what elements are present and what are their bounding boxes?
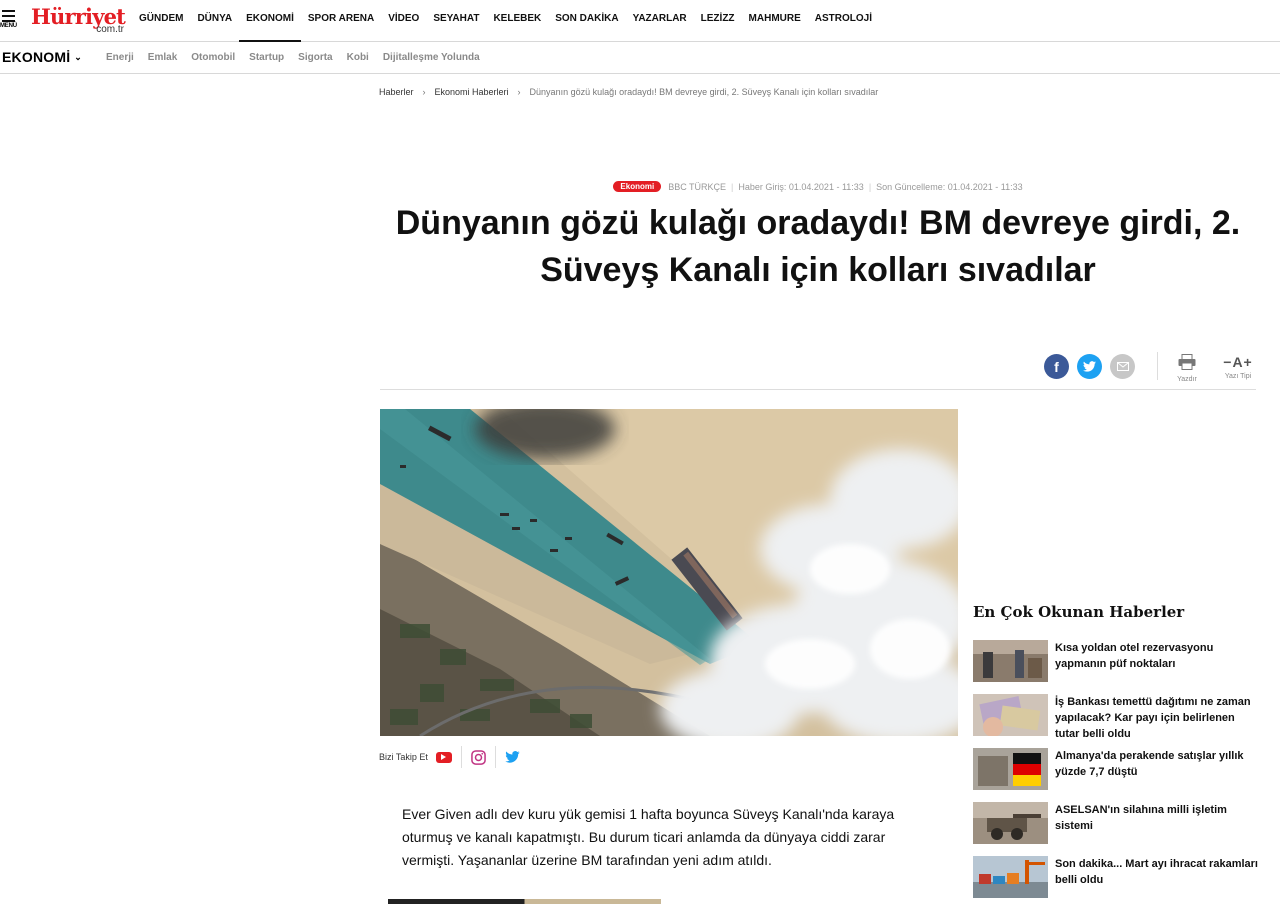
published-date: Haber Giriş: 01.04.2021 - 11:33 (738, 182, 864, 192)
twitter-share-button[interactable] (1077, 354, 1102, 379)
nav-item-lezizz[interactable]: LEZİZZ (694, 0, 742, 42)
news-thumbnail (973, 748, 1048, 790)
news-thumbnail (973, 640, 1048, 682)
news-title: Son dakika... Mart ayı ihracat rakamları… (1055, 858, 1258, 886)
news-title: İş Bankası temettü dağıtımı ne zaman yap… (1055, 696, 1251, 740)
tools-divider (1157, 352, 1158, 380)
nav-item-video[interactable]: VİDEO (381, 0, 426, 42)
meta-divider: | (868, 182, 872, 192)
breadcrumb-haberler[interactable]: Haberler (379, 87, 414, 97)
logo-domain: com.tr (96, 24, 124, 35)
list-item[interactable]: ASELSAN'ın silahına milli işletim sistem… (973, 801, 1263, 855)
follow-bar: Bizi Takip Et (379, 745, 520, 769)
nav-item-gundem[interactable]: GÜNDEM (132, 0, 190, 42)
header-divider (380, 389, 1256, 390)
inline-image (388, 899, 661, 904)
list-item[interactable]: Son dakika... Mart ayı ihracat rakamları… (973, 855, 1263, 904)
instagram-icon[interactable] (471, 749, 486, 765)
subnav-item-sigorta[interactable]: Sigorta (298, 52, 332, 63)
subnav-item-otomobil[interactable]: Otomobil (191, 52, 235, 63)
font-size-control[interactable]: −A+ Yazı Tipi (1218, 354, 1258, 380)
meta-divider: | (731, 182, 734, 192)
follow-label: Bizi Takip Et (379, 752, 428, 762)
chevron-down-icon: ⌄ (74, 52, 83, 62)
news-thumbnail (973, 802, 1048, 844)
subnav-item-enerji[interactable]: Enerji (106, 52, 134, 63)
section-title: EKONOMİ (2, 49, 71, 65)
news-title: Almanya'da perakende satışlar yıllık yüz… (1055, 750, 1244, 778)
article-lead: Ever Given adlı dev kuru yük gemisi 1 ha… (402, 806, 895, 868)
font-size-label: Yazı Tipi (1224, 373, 1252, 380)
nav-item-spor-arena[interactable]: SPOR ARENA (301, 0, 381, 42)
nav-item-ekonomi[interactable]: EKONOMİ (239, 0, 301, 42)
article-hero-image (380, 409, 958, 736)
article-source: BBC TÜRKÇE (668, 182, 727, 192)
chevron-right-icon: › (422, 87, 426, 97)
print-button[interactable]: Yazdır (1175, 354, 1199, 383)
twitter-icon (1083, 361, 1096, 372)
subnav-item-startup[interactable]: Startup (249, 52, 284, 63)
news-title: ASELSAN'ın silahına milli işletim sistem… (1055, 804, 1227, 832)
list-item[interactable]: Kısa yoldan otel rezervasyonu yapmanın p… (973, 639, 1263, 693)
breadcrumb-ekonomi-haberleri[interactable]: Ekonomi Haberleri (435, 87, 509, 97)
section-dropdown[interactable]: EKONOMİ ⌄ (2, 49, 82, 65)
nav-item-dunya[interactable]: DÜNYA (190, 0, 239, 42)
satellite-image (380, 409, 958, 736)
site-logo[interactable]: Hürriyet com.tr (31, 4, 127, 36)
breadcrumb: Haberler › Ekonomi Haberleri › Dünyanın … (379, 87, 878, 97)
subnav: Enerji Emlak Otomobil Startup Sigorta Ko… (99, 52, 487, 63)
subnav-item-kobi[interactable]: Kobi (347, 52, 369, 63)
nav-item-son-dakika[interactable]: SON DAKİKA (548, 0, 625, 42)
main-nav: GÜNDEM DÜNYA EKONOMİ SPOR ARENA VİDEO SE… (132, 0, 879, 42)
email-share-button[interactable] (1110, 354, 1135, 379)
twitter-icon[interactable] (505, 751, 520, 763)
print-label: Yazdır (1177, 376, 1197, 383)
nav-item-yazarlar[interactable]: YAZARLAR (626, 0, 694, 42)
facebook-share-button[interactable]: f (1044, 354, 1069, 379)
menu-label: MENÜ (0, 23, 17, 29)
list-item[interactable]: İş Bankası temettü dağıtımı ne zaman yap… (973, 693, 1263, 747)
follow-divider (460, 746, 462, 768)
nav-item-kelebek[interactable]: KELEBEK (486, 0, 548, 42)
nav-item-seyahat[interactable]: SEYAHAT (426, 0, 486, 42)
mail-icon (1116, 362, 1129, 371)
news-title: Kısa yoldan otel rezervasyonu yapmanın p… (1055, 642, 1214, 670)
follow-divider (494, 746, 496, 768)
facebook-icon: f (1054, 358, 1059, 375)
top-navigation: MENÜ Hürriyet com.tr GÜNDEM DÜNYA EKONOM… (0, 0, 1280, 42)
nav-item-mahmure[interactable]: MAHMURE (742, 0, 808, 42)
section-navigation: EKONOMİ ⌄ Enerji Emlak Otomobil Startup S… (0, 43, 1280, 74)
news-thumbnail (973, 694, 1048, 736)
subnav-item-emlak[interactable]: Emlak (148, 52, 177, 63)
youtube-icon[interactable] (435, 751, 452, 763)
subnav-item-dijitallesme[interactable]: Dijitalleşme Yolunda (383, 52, 480, 63)
menu-button[interactable]: MENÜ (0, 8, 22, 34)
chevron-right-icon: › (517, 87, 521, 97)
most-read-title: En Çok Okunan Haberler (973, 603, 1185, 621)
list-item[interactable]: Almanya'da perakende satışlar yıllık yüz… (973, 747, 1263, 801)
breadcrumb-current: Dünyanın gözü kulağı oradaydı! BM devrey… (529, 87, 879, 97)
article-meta: Ekonomi BBC TÜRKÇE | Haber Giriş: 01.04.202… (380, 181, 1256, 192)
updated-date: Son Güncelleme: 01.04.2021 - 11:33 (876, 182, 1023, 192)
article-title: Dünyanın gözü kulağı oradaydı! BM devrey… (395, 204, 1241, 289)
news-thumbnail (973, 856, 1048, 898)
category-badge[interactable]: Ekonomi (613, 181, 662, 192)
font-size-icon: −A+ (1223, 354, 1253, 370)
share-buttons: f (1044, 354, 1143, 379)
printer-icon (1178, 354, 1196, 370)
most-read-list: Kısa yoldan otel rezervasyonu yapmanın p… (973, 639, 1263, 904)
nav-item-astroloji[interactable]: ASTROLOJİ (808, 0, 879, 42)
